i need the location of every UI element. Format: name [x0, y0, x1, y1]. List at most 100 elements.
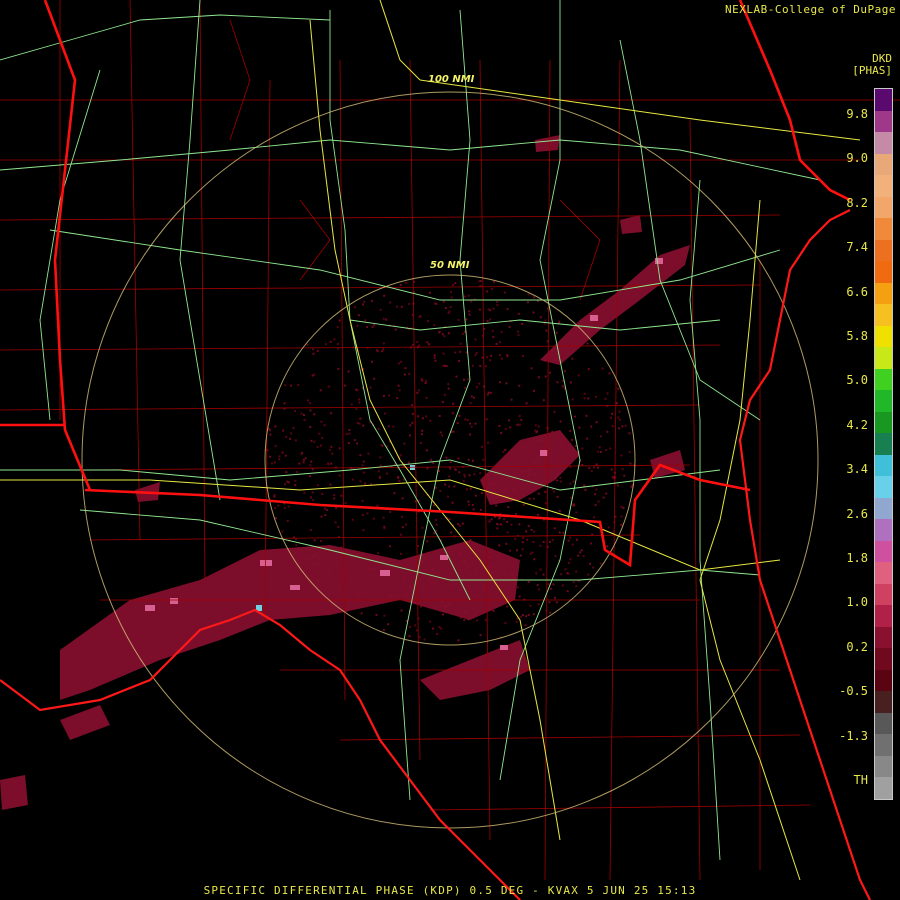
clutter-pixel — [400, 305, 403, 308]
clutter-pixel — [454, 282, 457, 285]
clutter-pixel — [287, 481, 290, 484]
clutter-pixel — [383, 614, 386, 617]
clutter-pixel — [521, 323, 524, 325]
clutter-pixel — [450, 296, 453, 299]
color-scale-segment — [875, 347, 892, 370]
clutter-pixel — [401, 515, 404, 518]
clutter-pixel — [399, 284, 402, 286]
clutter-pixel — [471, 364, 474, 367]
clutter-pixel — [487, 308, 490, 311]
clutter-pixel — [333, 497, 336, 500]
color-scale-segment — [875, 304, 892, 327]
clutter-pixel — [593, 466, 595, 469]
clutter-pixel — [356, 442, 359, 445]
clutter-pixel — [382, 628, 385, 631]
clutter-pixel — [569, 429, 572, 432]
clutter-pixel — [397, 384, 400, 387]
clutter-pixel — [389, 301, 392, 304]
clutter-pixel — [527, 301, 529, 304]
color-scale-segment — [875, 153, 892, 176]
color-scale-segment — [875, 691, 892, 714]
clutter-pixel — [468, 503, 471, 506]
clutter-pixel — [472, 459, 474, 462]
clutter-pixel — [516, 549, 518, 552]
clutter-pixel — [333, 494, 336, 496]
clutter-pixel — [518, 595, 521, 598]
clutter-pixel — [618, 418, 621, 421]
clutter-pixel — [448, 485, 451, 488]
clutter-pixel — [441, 333, 444, 336]
color-scale-label: 4.2 — [846, 417, 868, 432]
clutter-pixel — [392, 425, 395, 428]
clutter-pixel — [492, 307, 495, 310]
clutter-pixel — [433, 324, 436, 327]
clutter-pixel — [520, 418, 523, 421]
clutter-pixel — [350, 403, 353, 406]
credit-label: NEXLAB-College of DuPage — [725, 3, 896, 16]
clutter-pixel — [358, 398, 360, 401]
clutter-pixel — [486, 356, 489, 359]
clutter-pixel — [519, 554, 522, 557]
clutter-pixel — [426, 540, 429, 543]
clutter-pixel — [433, 356, 436, 359]
clutter-pixel — [438, 331, 440, 334]
clutter-pixel — [444, 307, 447, 309]
clutter-pixel — [449, 460, 452, 463]
clutter-pixel — [452, 412, 455, 415]
clutter-pixel — [474, 354, 477, 356]
clutter-pixel — [620, 505, 623, 508]
clutter-pixel — [403, 442, 406, 445]
clutter-pixel — [533, 558, 536, 561]
clutter-pixel — [285, 471, 288, 474]
clutter-pixel — [544, 502, 547, 505]
clutter-pixel — [284, 454, 287, 457]
clutter-pixel — [292, 426, 295, 429]
clutter-pixel — [321, 437, 324, 439]
clutter-pixel — [620, 454, 623, 457]
clutter-pixel — [595, 463, 598, 466]
clutter-pixel — [492, 336, 495, 338]
clutter-pixel — [611, 424, 614, 427]
clutter-pixel — [351, 518, 354, 521]
clutter-pixel — [290, 384, 293, 387]
clutter-pixel — [452, 402, 455, 405]
clutter-pixel — [536, 584, 539, 587]
echo-small-2 — [535, 135, 560, 152]
clutter-pixel — [485, 290, 488, 293]
clutter-pixel — [277, 504, 280, 507]
clutter-pixel — [545, 329, 548, 332]
clutter-pixel — [534, 424, 537, 427]
color-scale-segment — [875, 777, 892, 800]
clutter-pixel — [404, 523, 407, 526]
color-scale-segment — [875, 734, 892, 757]
clutter-pixel — [617, 416, 620, 419]
clutter-pixel — [417, 415, 420, 418]
clutter-pixel — [401, 497, 404, 500]
clutter-pixel — [398, 480, 401, 482]
clutter-pixel — [379, 308, 382, 311]
clutter-pixel — [457, 319, 460, 321]
clutter-pixel — [316, 445, 319, 448]
clutter-pixel — [310, 460, 313, 463]
clutter-pixel — [497, 517, 500, 520]
clutter-pixel — [514, 537, 517, 540]
clutter-pixel — [489, 318, 491, 321]
clutter-pixel — [450, 531, 453, 534]
clutter-pixel — [329, 448, 332, 451]
clutter-pixel — [463, 378, 465, 381]
clutter-pixel — [387, 623, 390, 626]
clutter-pixel — [320, 540, 322, 542]
clutter-pixel — [338, 447, 341, 450]
clutter-pixel — [382, 342, 385, 345]
clutter-pixel — [311, 491, 314, 494]
clutter-pixel — [426, 467, 429, 470]
state-border-ga-fl — [84, 463, 751, 568]
clutter-pixel — [379, 456, 382, 459]
clutter-pixel — [569, 381, 572, 384]
clutter-pixel — [537, 376, 540, 379]
clutter-pixel — [348, 429, 351, 431]
clutter-pixel — [408, 635, 411, 638]
clutter-pixel — [446, 495, 449, 498]
clutter-pixel — [506, 605, 509, 608]
clutter-pixel — [464, 418, 467, 421]
